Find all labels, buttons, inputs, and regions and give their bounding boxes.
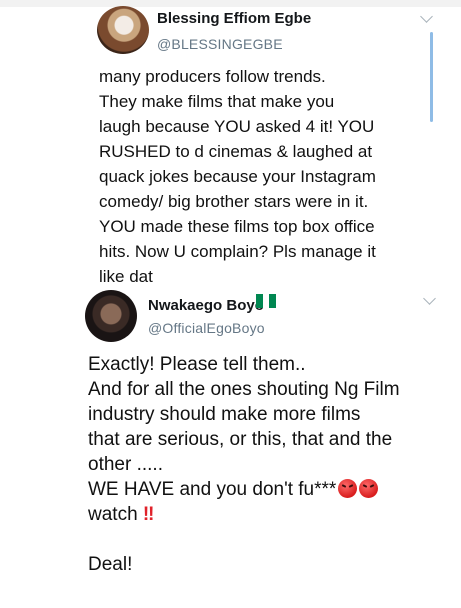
tweet-text-line: YOU made these films top box office xyxy=(99,217,375,236)
tweet-text-line: Exactly! Please tell them.. xyxy=(88,354,306,375)
tweet-text-line: hits. Now U complain? Pls manage it xyxy=(99,242,376,261)
tweet-text-line: They make films that make you xyxy=(99,92,335,111)
tweet-text-line: quack jokes because your Instagram xyxy=(99,167,376,186)
avatar[interactable] xyxy=(85,290,137,342)
tweet-blessing: Blessing Effiom Egbe @BLESSINGEGBE many … xyxy=(0,0,461,290)
tweet-text-line: comedy/ big brother stars were in it. xyxy=(99,192,369,211)
angry-face-icon xyxy=(359,479,379,498)
tweet-text-line: many producers follow trends. xyxy=(99,67,326,86)
tweet-text-line: that are serious, or this, that and the xyxy=(88,429,393,450)
flag-stripe xyxy=(256,294,263,308)
tweet-text-line: other ..... xyxy=(88,454,163,475)
tweet-text-segment: watch xyxy=(88,504,138,525)
tweet-text-line: Deal! xyxy=(88,554,133,575)
angry-face-icon xyxy=(338,479,358,498)
avatar[interactable] xyxy=(97,6,149,54)
tweet-text-line: WE HAVE and you don't fu*** xyxy=(88,477,379,502)
tweet-nwakaego: Nwakaego Boyo @OfficialEgoBoyo Exactly! … xyxy=(0,290,461,608)
nigeria-flag-icon xyxy=(256,294,277,308)
display-name[interactable]: Blessing Effiom Egbe xyxy=(157,10,311,27)
tweet-text-line: laugh because YOU asked 4 it! YOU xyxy=(99,117,375,136)
display-name[interactable]: Nwakaego Boyo xyxy=(148,297,264,314)
chevron-down-icon[interactable] xyxy=(423,292,436,305)
flag-stripe xyxy=(262,294,270,308)
tweet-text-line: RUSHED to d cinemas & laughed at xyxy=(99,142,373,161)
flag-stripe xyxy=(269,294,277,308)
tweet-text-line: watch ‼ xyxy=(88,502,155,527)
tweet-text-segment: WE HAVE and you don't fu*** xyxy=(88,479,337,500)
tweet-text-line: like dat xyxy=(99,267,153,286)
user-handle[interactable]: @BLESSINGEGBE xyxy=(157,36,283,52)
double-exclamation-icon: ‼ xyxy=(142,504,155,525)
tweet-text-line: industry should make more films xyxy=(88,404,361,425)
chevron-down-icon[interactable] xyxy=(420,10,433,23)
user-handle[interactable]: @OfficialEgoBoyo xyxy=(148,320,265,336)
tweet-text-line: And for all the ones shouting Ng Film xyxy=(88,379,400,400)
